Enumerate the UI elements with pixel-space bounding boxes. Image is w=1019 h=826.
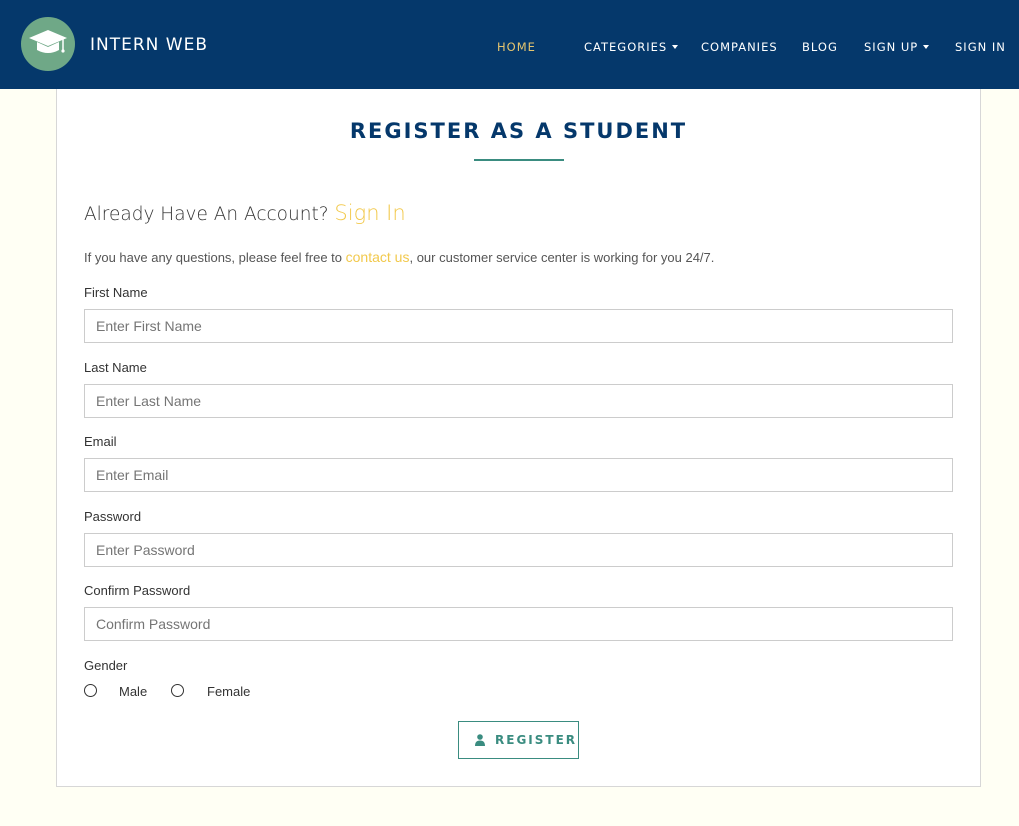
nav-sign-in[interactable]: SIGN IN — [955, 40, 1006, 54]
register-card: REGISTER AS A STUDENT Already Have An Ac… — [56, 89, 981, 787]
password-label: Password — [84, 509, 142, 524]
email-field[interactable] — [84, 458, 953, 492]
sign-in-link[interactable]: Sign In — [334, 201, 405, 225]
gender-male-label[interactable]: Male — [119, 684, 147, 699]
register-button[interactable]: REGISTER — [458, 721, 579, 759]
nav-sign-up[interactable]: SIGN UP — [864, 40, 930, 54]
info-text-start: If you have any questions, please feel f… — [84, 250, 343, 265]
confirm-password-field[interactable] — [84, 607, 953, 641]
last-name-field[interactable] — [84, 384, 953, 418]
email-label: Email — [84, 434, 117, 449]
top-navbar: INTERN WEB HOME CATEGORIES COMPANIES BLO… — [0, 0, 1019, 89]
account-prompt: Already Have An Account? Sign In — [84, 201, 406, 225]
nav-home[interactable]: HOME — [497, 40, 536, 54]
nav-categories-label: CATEGORIES — [584, 40, 668, 54]
info-text: If you have any questions, please feel f… — [84, 249, 714, 265]
title-divider — [474, 159, 564, 161]
first-name-field[interactable] — [84, 309, 953, 343]
gender-male-radio[interactable] — [84, 684, 97, 697]
nav-categories[interactable]: CATEGORIES — [584, 40, 679, 54]
account-prompt-text: Already Have An Account? — [84, 204, 329, 225]
register-button-label: REGISTER — [495, 733, 578, 747]
nav-blog[interactable]: BLOG — [802, 40, 838, 54]
page-title: REGISTER AS A STUDENT — [349, 119, 688, 143]
nav-sign-up-label: SIGN UP — [864, 40, 919, 54]
logo[interactable] — [21, 17, 75, 71]
contact-us-link[interactable]: contact us — [346, 249, 410, 265]
gender-female-radio[interactable] — [171, 684, 184, 697]
password-field[interactable] — [84, 533, 953, 567]
graduation-cap-icon — [29, 30, 67, 53]
first-name-label: First Name — [84, 285, 148, 300]
brand-name[interactable]: INTERN WEB — [90, 35, 208, 55]
gender-female-label[interactable]: Female — [207, 684, 250, 699]
user-icon — [475, 734, 485, 746]
confirm-password-label: Confirm Password — [84, 583, 191, 598]
info-text-end: , our customer service center is working… — [409, 250, 715, 265]
gender-label: Gender — [84, 658, 128, 673]
caret-down-icon — [923, 45, 930, 49]
nav-companies[interactable]: COMPANIES — [701, 40, 778, 54]
caret-down-icon — [672, 45, 679, 49]
last-name-label: Last Name — [84, 360, 147, 375]
